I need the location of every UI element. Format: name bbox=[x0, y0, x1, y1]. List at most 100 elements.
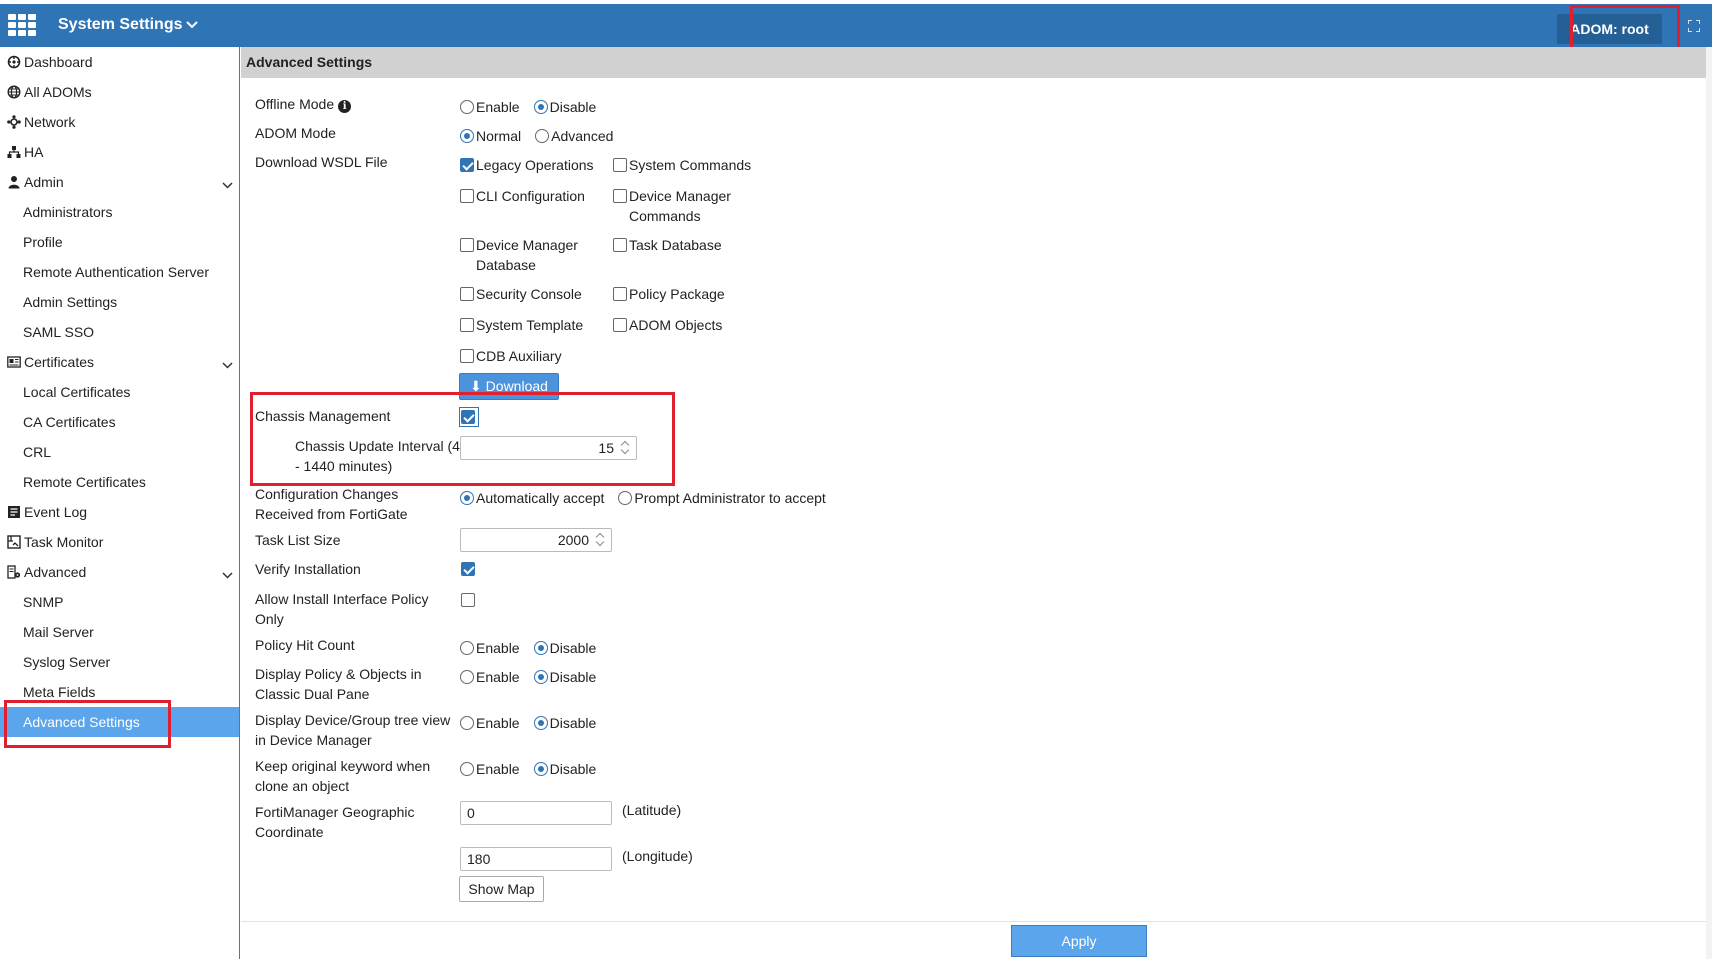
info-icon[interactable]: i bbox=[338, 100, 352, 113]
sidebar-item-remote-certificates[interactable]: Remote Certificates bbox=[0, 467, 239, 497]
wsdl-device-manager-database-checkbox[interactable]: Device Manager Database bbox=[460, 235, 600, 275]
sidebar-item-remote-authentication-server[interactable]: Remote Authentication Server bbox=[0, 257, 239, 287]
chassis-interval-label: Chassis Update Interval (4 - 1440 minute… bbox=[295, 438, 460, 474]
radio-icon bbox=[618, 491, 633, 505]
sidebar-item-label: Syslog Server bbox=[23, 654, 111, 670]
checkbox-label: Task Database bbox=[629, 237, 722, 253]
sidebar-item-label: Task Monitor bbox=[24, 534, 104, 550]
config-changes-prompt-administrator-to-accept-radio[interactable]: Prompt Administrator to accept bbox=[618, 488, 826, 508]
latitude-input[interactable]: 0 bbox=[460, 801, 612, 825]
footer-divider bbox=[241, 921, 1712, 922]
sidebar-item-ca-certificates[interactable]: CA Certificates bbox=[0, 407, 239, 437]
wsdl-cdb-auxiliary-checkbox[interactable]: CDB Auxiliary bbox=[460, 346, 600, 366]
radio-icon bbox=[533, 641, 548, 655]
dashboard-icon bbox=[6, 54, 22, 70]
apply-button[interactable]: Apply bbox=[1011, 925, 1147, 957]
scrollbar[interactable] bbox=[1706, 47, 1712, 959]
sidebar-item-ha[interactable]: HA bbox=[0, 137, 239, 167]
sidebar-item-administrators[interactable]: Administrators bbox=[0, 197, 239, 227]
sidebar-item-label: All ADOMs bbox=[24, 84, 92, 100]
sidebar-item-saml-sso[interactable]: SAML SSO bbox=[0, 317, 239, 347]
chassis-interval-input[interactable]: 15 bbox=[460, 436, 637, 460]
wsdl-legacy-operations-checkbox[interactable]: Legacy Operations bbox=[460, 155, 600, 175]
wsdl-adom-objects-checkbox[interactable]: ADOM Objects bbox=[613, 315, 763, 335]
option-label: Advanced bbox=[551, 128, 614, 144]
sidebar-item-advanced[interactable]: Advanced bbox=[0, 557, 239, 587]
offline-mode-enable-radio[interactable]: Enable bbox=[460, 97, 520, 117]
sidebar-item-all-adoms[interactable]: All ADOMs bbox=[0, 77, 239, 107]
adom-mode-advanced-radio[interactable]: Advanced bbox=[535, 126, 613, 146]
sidebar-item-mail-server[interactable]: Mail Server bbox=[0, 617, 239, 647]
wsdl-device-manager-commands-checkbox[interactable]: Device Manager Commands bbox=[613, 186, 763, 226]
sidebar-item-snmp[interactable]: SNMP bbox=[0, 587, 239, 617]
download-icon: ⬇ bbox=[470, 378, 486, 394]
wsdl-policy-package-checkbox[interactable]: Policy Package bbox=[613, 284, 763, 304]
chevron-down-icon[interactable] bbox=[222, 356, 233, 372]
wsdl-cli-configuration-checkbox[interactable]: CLI Configuration bbox=[460, 186, 600, 206]
display-policy-disable-radio[interactable]: Disable bbox=[533, 667, 597, 687]
sidebar-item-certificates[interactable]: Certificates bbox=[0, 347, 239, 377]
longitude-input[interactable]: 180 bbox=[460, 847, 612, 871]
config-changes-automatically-accept-radio[interactable]: Automatically accept bbox=[460, 488, 604, 508]
keep-keyword-disable-radio[interactable]: Disable bbox=[533, 759, 596, 779]
chassis-management-checkbox[interactable] bbox=[461, 410, 475, 424]
sidebar-item-label: Dashboard bbox=[24, 54, 93, 70]
option-label: Disable bbox=[549, 669, 597, 685]
sidebar-item-meta-fields[interactable]: Meta Fields bbox=[0, 677, 239, 707]
show-map-button[interactable]: Show Map bbox=[459, 876, 544, 902]
spinner-icon[interactable] bbox=[596, 532, 606, 548]
sidebar-item-profile[interactable]: Profile bbox=[0, 227, 239, 257]
globe-icon bbox=[6, 84, 22, 100]
checkbox-icon bbox=[460, 349, 474, 363]
radio-icon bbox=[535, 129, 550, 143]
sidebar-item-crl[interactable]: CRL bbox=[0, 437, 239, 467]
apps-grid-icon[interactable] bbox=[8, 14, 36, 36]
checkbox-icon bbox=[613, 287, 627, 301]
download-button[interactable]: ⬇ Download bbox=[459, 373, 559, 400]
wsdl-security-console-checkbox[interactable]: Security Console bbox=[460, 284, 600, 304]
sidebar-item-label: Remote Certificates bbox=[23, 474, 146, 490]
option-label: Disable bbox=[549, 715, 597, 731]
verify-installation-checkbox[interactable] bbox=[461, 562, 475, 576]
display-device-disable-radio[interactable]: Disable bbox=[533, 713, 597, 733]
display-device-enable-radio[interactable]: Enable bbox=[460, 713, 520, 733]
sidebar-item-task-monitor[interactable]: Task Monitor bbox=[0, 527, 239, 557]
sidebar-item-advanced-settings[interactable]: Advanced Settings bbox=[0, 707, 239, 737]
policy-hit-count-disable-radio[interactable]: Disable bbox=[533, 638, 597, 658]
task-monitor-icon bbox=[6, 534, 22, 550]
wsdl-task-database-checkbox[interactable]: Task Database bbox=[613, 235, 763, 255]
sidebar-item-label: SAML SSO bbox=[23, 324, 95, 340]
geo-coordinate-label: FortiManager Geographic Coordinate bbox=[255, 804, 415, 840]
sidebar-item-local-certificates[interactable]: Local Certificates bbox=[0, 377, 239, 407]
allow-install-checkbox[interactable] bbox=[461, 593, 475, 607]
sidebar-item-label: Profile bbox=[23, 234, 63, 250]
wsdl-system-template-checkbox[interactable]: System Template bbox=[460, 315, 600, 335]
option-label: Normal bbox=[476, 128, 522, 144]
chevron-down-icon[interactable] bbox=[222, 176, 233, 192]
adom-selector[interactable]: ADOM: root bbox=[1557, 14, 1662, 44]
sidebar-item-network[interactable]: Network bbox=[0, 107, 239, 137]
policy-hit-count-enable-radio[interactable]: Enable bbox=[460, 638, 520, 658]
option-label: Enable bbox=[476, 99, 520, 115]
offline-mode-disable-radio[interactable]: Disable bbox=[533, 97, 596, 117]
offline-mode-radio-group: Enable Disable bbox=[460, 97, 610, 117]
sidebar-item-admin[interactable]: Admin bbox=[0, 167, 239, 197]
adom-mode-normal-radio[interactable]: Normal bbox=[460, 126, 521, 146]
checkbox-icon bbox=[460, 318, 474, 332]
module-menu[interactable]: System Settings bbox=[58, 16, 199, 34]
sidebar-item-syslog-server[interactable]: Syslog Server bbox=[0, 647, 239, 677]
spinner-icon[interactable] bbox=[621, 440, 631, 456]
option-label: Disable bbox=[549, 640, 597, 656]
display-policy-enable-radio[interactable]: Enable bbox=[460, 667, 520, 687]
wsdl-system-commands-checkbox[interactable]: System Commands bbox=[613, 155, 763, 175]
keep-keyword-enable-radio[interactable]: Enable bbox=[460, 759, 520, 779]
download-wsdl-label: Download WSDL File bbox=[255, 154, 388, 170]
checkbox-icon bbox=[460, 158, 474, 172]
sidebar-item-admin-settings[interactable]: Admin Settings bbox=[0, 287, 239, 317]
task-list-size-input[interactable]: 2000 bbox=[460, 528, 612, 552]
sidebar-item-dashboard[interactable]: Dashboard bbox=[0, 47, 239, 77]
option-label: Enable bbox=[476, 715, 520, 731]
fullscreen-icon[interactable] bbox=[1688, 20, 1700, 32]
chevron-down-icon[interactable] bbox=[222, 566, 233, 582]
sidebar-item-event-log[interactable]: Event Log bbox=[0, 497, 239, 527]
